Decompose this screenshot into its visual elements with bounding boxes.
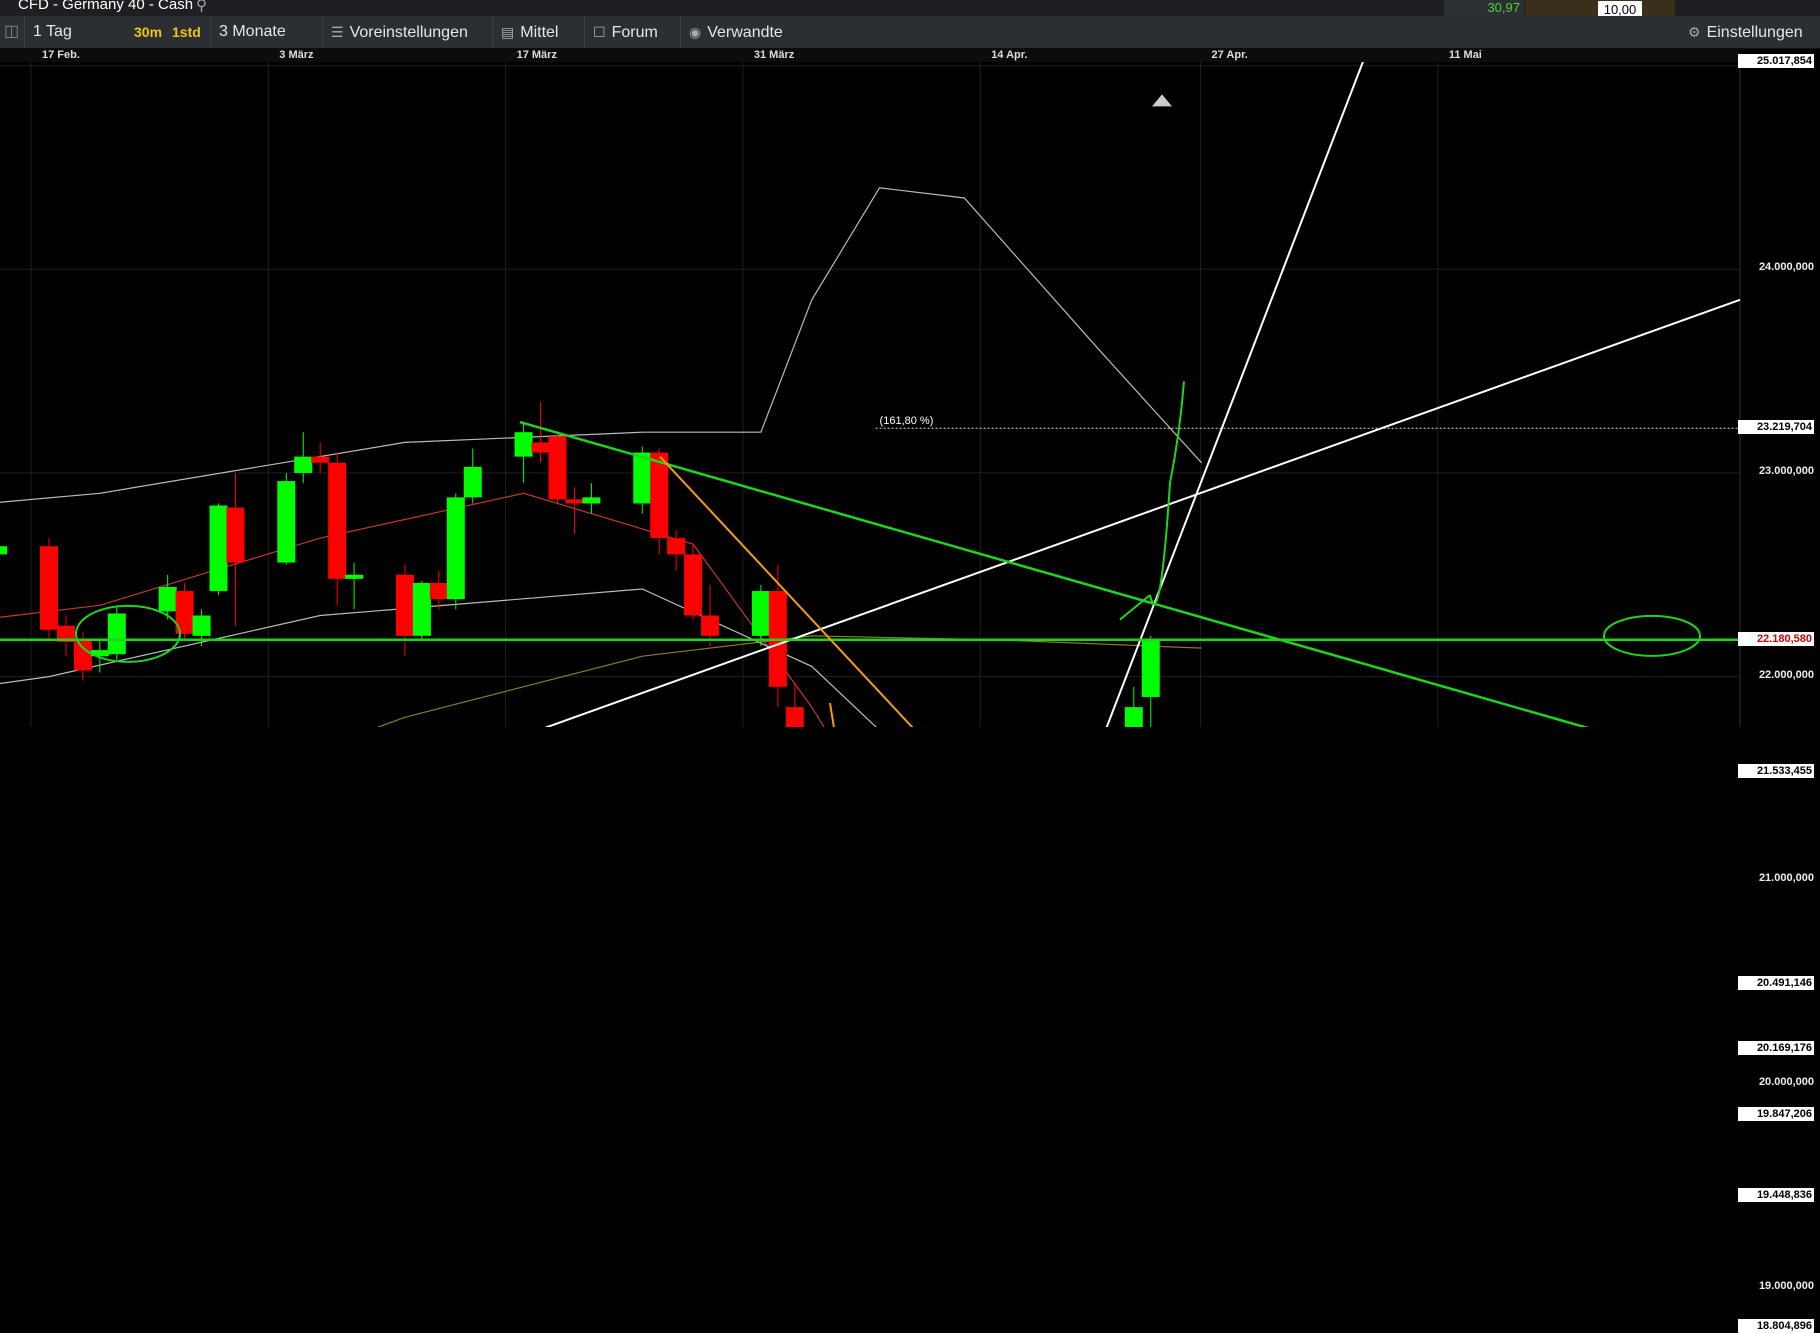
eye-icon: ◉ [689,24,702,40]
chat-icon: ☐ [593,24,606,40]
presets-label: Voreinstellungen [349,24,468,41]
candle-body [650,452,669,539]
date-tick-label: 14 Apr. [991,49,1028,61]
settings-label: Einstellungen [1706,24,1803,41]
candle-body [226,507,245,563]
chart-icon: ▤ [501,24,515,40]
last-price-label: 22.180,580 [1738,631,1814,646]
trendline-support-white [544,298,1741,727]
price-tick-label: 21.000,000 [1758,872,1814,885]
candle-body [277,481,296,563]
price-tick-label: 20.491,146 [1738,975,1814,990]
trendline-orange-1 [659,455,914,727]
candle-body [192,615,211,636]
candle-body [0,546,8,555]
candle-body [548,436,567,500]
averages-button[interactable]: ▤ Mittel [492,16,566,48]
candle-body [311,456,330,463]
candle-body [667,538,686,555]
price-tick-label: 22.000,000 [1758,668,1814,681]
forum-label: Forum [611,24,658,41]
price-tick-label: 25.017,854 [1738,54,1814,68]
forum-button[interactable]: ☐ Forum [584,16,666,48]
candle-body [785,707,804,727]
related-label: Verwandte [707,24,783,41]
candle-body [1124,707,1143,727]
interval-1std-button[interactable]: 1std [172,16,201,48]
sliders-icon: ☰ [331,24,344,40]
candle-body [40,546,58,630]
candle-body [345,574,364,579]
date-tick-label: 31 März [753,49,795,61]
title-bar: CFD - Germany 40 - Cash ⚲ 30,97 10,00 [0,0,1820,19]
range-selector[interactable]: 3 Monate [210,16,325,48]
annotation-arrow [1119,381,1185,621]
period-selector[interactable]: 1 Tag [24,16,117,48]
presets-button[interactable]: ☰ Voreinstellungen [322,16,476,48]
chart-toolbar: ◫ 1 Tag 30m 1std 3 Monate ☰ Voreinstellun… [0,16,1820,49]
trendline-green-resistance [519,420,1589,727]
date-axis: 17 Feb. 3 März 17 März 31 März 14 Apr. 27 Apr… [0,48,1740,62]
price-tick-label: 23.219,704 [1738,420,1814,435]
price-readout: 30,97 [1444,0,1524,16]
price-tick-label: 19.448,836 [1738,1188,1814,1203]
search-icon[interactable]: ⚲ [196,0,207,14]
date-tick-label: 3 März [279,49,314,61]
candle-body [446,497,465,600]
moving-average-50 [376,635,1202,727]
candle-body [514,432,533,457]
candle-body [751,591,770,636]
price-tick-label: 20.000,000 [1758,1075,1814,1088]
panel-toggle-icon[interactable]: ◫ [4,16,19,48]
candle-body [412,582,431,636]
candle-body [73,639,92,671]
price-tick-label: 18.804,896 [1738,1319,1814,1333]
date-tick-label: 17 Feb. [42,49,80,61]
candle-body [633,452,652,504]
price-chart[interactable]: (161,80 %)(100,00 %)(61,80 %)(50,00 %)(3… [0,62,1820,727]
candle-body [294,456,313,473]
candle-body [684,554,703,616]
related-button[interactable]: ◉ Verwandte [680,16,791,48]
candle-body [565,499,584,504]
annotation-circle-left [75,604,181,663]
date-tick-label: 17 März [516,49,557,61]
price-tick-label: 21.533,455 [1738,763,1814,778]
date-tick-label: 27 Apr. [1211,49,1248,61]
candle-body [1141,639,1160,697]
price-tick-label: 20.169,176 [1738,1041,1814,1056]
annotation-circle-right [1603,614,1701,657]
price-tick-label: 19.000,000 [1758,1279,1814,1292]
price-tick-label: 23.000,000 [1758,464,1814,477]
candle-body [531,442,550,453]
candle-body [328,462,347,579]
price-tick-label: 19.847,206 [1738,1107,1814,1121]
trendline-orange-2 [829,702,835,727]
interval-30m-button[interactable]: 30m [134,16,162,48]
candle-body [158,586,177,612]
trendline-steep-white [1105,62,1364,727]
fibonacci-level-label: (161,80 %) [880,415,934,427]
gear-icon: ⚙ [1688,24,1701,40]
date-tick-label: 11 Mai [1448,49,1482,61]
chart-marker-icon [1152,94,1172,107]
candle-body [701,615,720,636]
window-title: CFD - Germany 40 - Cash [18,0,194,13]
candle-body [463,466,482,498]
candle-body [429,582,448,600]
candle-body [107,613,126,655]
price-tick-label: 24.000,000 [1758,261,1814,274]
candle-body [395,574,414,636]
candle-body [582,497,601,504]
averages-label: Mittel [520,24,559,41]
candle-body [209,505,228,592]
settings-button[interactable]: ⚙ Einstellungen [1688,16,1803,48]
price-axis-background [1740,62,1820,727]
